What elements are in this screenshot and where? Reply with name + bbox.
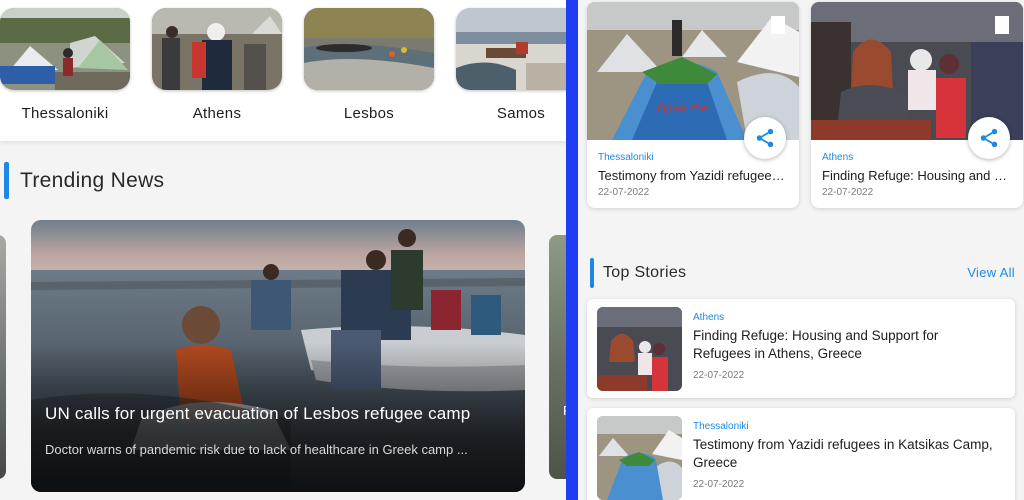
bookmark-icon[interactable] <box>771 16 785 34</box>
svg-text:Open the: Open the <box>657 102 708 115</box>
location-thumbnail <box>0 8 130 90</box>
news-card[interactable]: Athens Finding Refuge: Housing and Suppo… <box>811 2 1023 208</box>
top-story-item[interactable]: Athens Finding Refuge: Housing and Suppo… <box>587 299 1015 398</box>
view-all-link[interactable]: View All <box>967 265 1015 280</box>
news-card-title: Finding Refuge: Housing and Support for … <box>822 168 1014 183</box>
share-icon[interactable] <box>968 117 1010 159</box>
location-carousel: Thessaloniki Athens Lesbos Samos <box>0 0 566 141</box>
trending-news-header: Trending News <box>4 162 164 199</box>
trending-news-title: Trending News <box>20 168 165 192</box>
location-item-samos[interactable]: Samos <box>456 8 566 122</box>
location-item-thessaloniki[interactable]: Thessaloniki <box>0 8 130 122</box>
news-card-category: Thessaloniki <box>598 152 654 163</box>
right-panel: Open the Thessaloniki Testimony from Yaz… <box>578 0 1024 500</box>
top-stories-title: Top Stories <box>603 264 687 281</box>
location-label: Lesbos <box>343 105 395 122</box>
location-item-lesbos[interactable]: Lesbos <box>304 8 434 122</box>
hero-title: UN calls for urgent evacuation of Lesbos… <box>45 404 471 423</box>
trending-card-next[interactable]: F <box>549 235 566 479</box>
story-category: Thessaloniki <box>693 421 749 432</box>
section-accent-bar <box>590 258 594 288</box>
news-card-date: 22-07-2022 <box>822 187 874 198</box>
story-thumbnail <box>597 307 682 391</box>
story-thumbnail <box>597 416 682 500</box>
next-card-title-peek: F <box>563 403 566 418</box>
top-story-item[interactable]: Thessaloniki Testimony from Yazidi refug… <box>587 408 1015 500</box>
top-stories-header: Top Stories <box>590 258 686 288</box>
news-card-category: Athens <box>822 152 854 163</box>
trending-card-prev[interactable] <box>0 235 6 479</box>
story-title: Testimony from Yazidi refugees in Katsik… <box>693 437 993 470</box>
news-card-title: Testimony from Yazidi refugees in Katsik… <box>598 168 790 183</box>
location-label: Samos <box>496 105 546 122</box>
story-category: Athens <box>693 312 725 323</box>
location-thumbnail <box>304 8 434 90</box>
hero-subtitle: Doctor warns of pandemic risk due to lac… <box>45 442 468 457</box>
location-thumbnail <box>456 8 566 90</box>
news-card[interactable]: Open the Thessaloniki Testimony from Yaz… <box>587 2 799 208</box>
left-panel: Thessaloniki Athens Lesbos Samos Trendin… <box>0 0 566 500</box>
share-icon[interactable] <box>744 117 786 159</box>
location-thumbnail <box>152 8 282 90</box>
location-label: Thessaloniki <box>21 105 109 122</box>
news-card-date: 22-07-2022 <box>598 187 650 198</box>
story-date: 22-07-2022 <box>693 370 745 381</box>
location-item-athens[interactable]: Athens <box>152 8 282 122</box>
trending-hero-card[interactable]: UN calls for urgent evacuation of Lesbos… <box>31 220 525 492</box>
story-title: Finding Refuge: Housing and Support for … <box>693 328 939 361</box>
location-label: Athens <box>192 105 242 122</box>
bookmark-icon[interactable] <box>995 16 1009 34</box>
section-accent-bar <box>4 162 9 199</box>
story-date: 22-07-2022 <box>693 479 745 490</box>
